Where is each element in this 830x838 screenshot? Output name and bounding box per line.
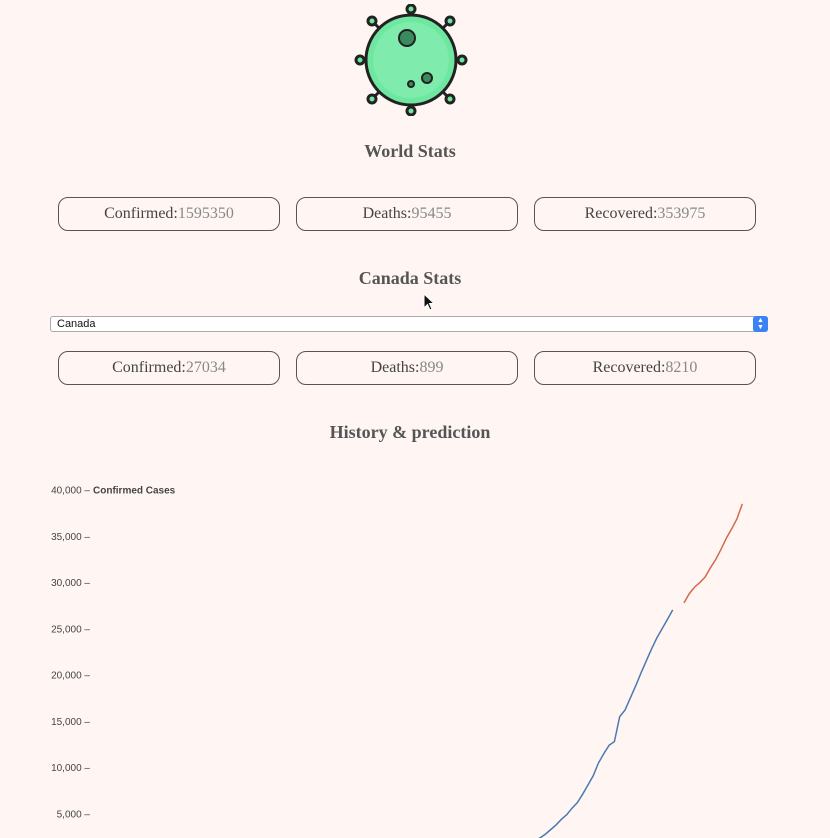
deaths-value: 95455: [411, 205, 452, 222]
virus-icon: [354, 4, 468, 116]
country-select-value: Canada: [57, 318, 96, 330]
world-confirmed-card: Confirmed: 1595350: [58, 197, 280, 231]
world-recovered-card: Recovered: 353975: [534, 197, 756, 231]
country-select[interactable]: Canada ▲ ▼: [50, 316, 768, 332]
y-tick-label: 40,000 –: [51, 486, 90, 497]
y-tick-label: 35,000 –: [51, 532, 90, 543]
world-stats-title: World Stats: [364, 141, 456, 161]
history-series-line: [538, 609, 674, 838]
recovered-value: 8210: [665, 359, 698, 376]
y-tick-label: 15,000 –: [51, 717, 90, 728]
confirmed-value: 1595350: [177, 205, 234, 222]
confirmed-value: 27034: [185, 359, 226, 376]
recovered-value: 353975: [657, 205, 706, 222]
world-deaths-card: Deaths: 95455: [296, 197, 518, 231]
recovered-label: Recovered:: [592, 359, 666, 376]
mouse-pointer-icon: [423, 293, 435, 311]
deaths-label: Deaths:: [370, 359, 420, 376]
deaths-value: 899: [419, 359, 444, 376]
country-deaths-card: Deaths: 899: [296, 351, 518, 385]
prediction-series-line: [683, 503, 744, 604]
country-recovered-card: Recovered: 8210: [534, 351, 756, 385]
country-confirmed-card: Confirmed: 27034: [58, 351, 280, 385]
y-axis-label: Confirmed Cases: [93, 486, 176, 497]
y-tick-label: 25,000 –: [51, 624, 90, 635]
deaths-label: Deaths:: [362, 205, 412, 222]
y-tick-label: 20,000 –: [51, 671, 90, 682]
history-chart: 5,000 – 10,000 – 15,000 – 20,000 – 25,000 – 3…: [51, 486, 744, 838]
y-tick-label: 10,000 –: [51, 763, 90, 774]
country-stats-row: Confirmed: 27034 Deaths: 899 Recovered: 821…: [58, 351, 756, 385]
y-tick-label: 5,000 –: [57, 809, 91, 820]
history-title: History & prediction: [329, 422, 491, 442]
world-stats-row: Confirmed: 1595350 Deaths: 95455 Recovered…: [58, 197, 756, 231]
confirmed-label: Confirmed:: [104, 205, 178, 222]
confirmed-label: Confirmed:: [112, 359, 186, 376]
chevron-updown-icon: ▲ ▼: [753, 316, 768, 332]
y-tick-label: 30,000 –: [51, 578, 90, 589]
country-stats-title: Canada Stats: [358, 268, 462, 288]
recovered-label: Recovered:: [584, 205, 658, 222]
